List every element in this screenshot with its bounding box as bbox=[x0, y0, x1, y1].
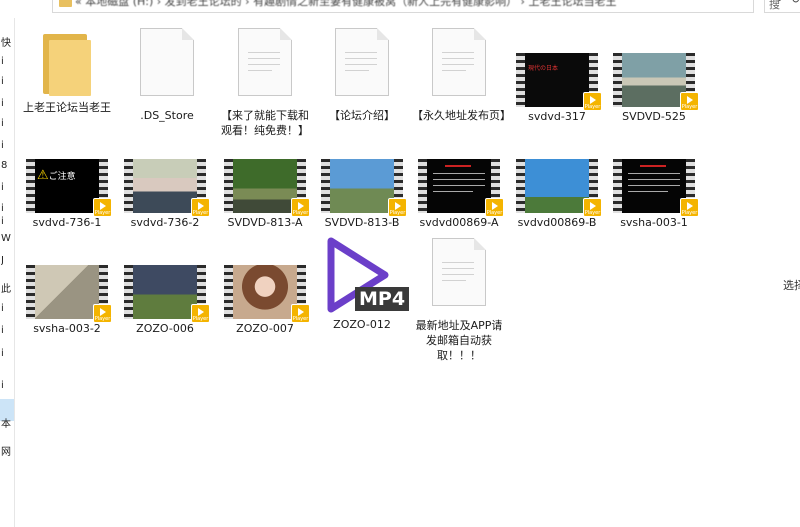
player-badge-icon: Player bbox=[680, 198, 699, 217]
video-thumbnail: Player bbox=[124, 159, 210, 217]
file-label: svdvd-317 bbox=[528, 110, 586, 123]
file-item-video[interactable]: 現代の日本 Player svdvd-317 bbox=[510, 53, 604, 124]
navigation-pane[interactable]: 快 i i i i i 8 i i i W J 此 i i i i 本 网 bbox=[0, 18, 15, 527]
nav-item[interactable]: i bbox=[1, 216, 13, 227]
video-thumbnail: Player bbox=[224, 265, 310, 323]
player-badge-icon: Player bbox=[291, 304, 310, 323]
player-badge-icon: Player bbox=[388, 198, 407, 217]
file-label: ZOZO-006 bbox=[136, 322, 194, 335]
details-pane-hint: 选择 bbox=[783, 279, 800, 292]
file-label: SVDVD-813-B bbox=[324, 216, 400, 229]
video-thumbnail: Player bbox=[224, 159, 310, 217]
video-thumbnail: Player bbox=[613, 159, 699, 217]
file-label: svdvd-736-2 bbox=[130, 216, 200, 229]
player-badge-icon: Player bbox=[93, 304, 112, 323]
video-thumbnail: Player bbox=[418, 159, 504, 217]
nav-item[interactable]: 本 bbox=[1, 415, 13, 430]
nav-item[interactable]: W bbox=[1, 233, 13, 244]
file-item-mp4[interactable]: MP4 ZOZO-012 bbox=[315, 233, 410, 332]
file-label: 【永久地址发布页】 bbox=[412, 109, 511, 122]
file-item-folder[interactable]: 上老王论坛当老王 bbox=[20, 30, 114, 115]
file-item-video[interactable]: Player SVDVD-813-A bbox=[218, 159, 312, 230]
video-thumbnail: ⚠ご注意 Player bbox=[26, 159, 112, 217]
address-bar[interactable]: « 本地磁盘 (H:) › 发到老王论坛的 › 有趣剧情之新至妻有健康被窝（新人… bbox=[52, 0, 800, 13]
file-item-video[interactable]: Player ZOZO-007 bbox=[218, 265, 312, 336]
file-item-video[interactable]: Player svdvd00869-A bbox=[412, 159, 506, 230]
mp4-badge: MP4 bbox=[355, 287, 410, 311]
file-label: 【来了就能下载和观看！纯免费！】 bbox=[221, 109, 309, 137]
warning-icon: ⚠ bbox=[37, 168, 49, 183]
document-icon bbox=[238, 28, 292, 96]
file-item-video[interactable]: Player svdvd00869-B bbox=[510, 159, 604, 230]
file-item-video[interactable]: Player ZOZO-006 bbox=[118, 265, 212, 336]
video-thumbnail: Player bbox=[26, 265, 112, 323]
nav-item[interactable]: i bbox=[1, 348, 13, 359]
document-icon bbox=[335, 28, 389, 96]
file-item-video[interactable]: Player SVDVD-813-B bbox=[315, 159, 409, 230]
thumb-caption: ご注意 bbox=[48, 172, 76, 182]
file-label: 上老王论坛当老王 bbox=[23, 101, 111, 114]
nav-item[interactable]: 网 bbox=[1, 443, 13, 458]
nav-item[interactable]: 快 bbox=[1, 34, 13, 49]
file-item-video[interactable]: Player svsha-003-2 bbox=[20, 265, 114, 336]
player-badge-icon: Player bbox=[680, 92, 699, 111]
file-item-video[interactable]: Player SVDVD-525 bbox=[607, 53, 701, 124]
nav-item[interactable]: 8 bbox=[1, 160, 13, 171]
file-label: ZOZO-007 bbox=[236, 322, 294, 335]
file-item[interactable]: .DS_Store bbox=[120, 28, 214, 123]
nav-item[interactable]: i bbox=[1, 56, 13, 67]
player-badge-icon: Player bbox=[485, 198, 504, 217]
file-label: ZOZO-012 bbox=[333, 318, 391, 331]
file-item[interactable]: 最新地址及APP请发邮箱自动获取！！！ bbox=[412, 238, 506, 363]
video-thumbnail: 現代の日本 Player bbox=[516, 53, 602, 111]
document-icon bbox=[140, 28, 194, 96]
search-input[interactable]: 搜 bbox=[764, 0, 800, 13]
file-label: svdvd-736-1 bbox=[32, 216, 102, 229]
thumb-caption: 現代の日本 bbox=[528, 65, 559, 72]
video-thumbnail: Player bbox=[613, 53, 699, 111]
player-badge-icon: Player bbox=[583, 92, 602, 111]
file-item[interactable]: 【永久地址发布页】 bbox=[412, 28, 511, 123]
file-label: 【论坛介绍】 bbox=[329, 109, 395, 122]
folder-icon bbox=[59, 0, 72, 7]
address-path[interactable]: « 本地磁盘 (H:) › 发到老王论坛的 › 有趣剧情之新至妻有健康被窝（新人… bbox=[75, 0, 675, 9]
file-label: SVDVD-525 bbox=[622, 110, 686, 123]
nav-item[interactable]: 此 bbox=[1, 280, 13, 295]
file-item-video[interactable]: ⚠ご注意 Player svdvd-736-1 bbox=[20, 159, 114, 230]
nav-item[interactable]: J bbox=[1, 255, 13, 266]
nav-item[interactable]: i bbox=[1, 380, 13, 391]
nav-item[interactable]: i bbox=[1, 203, 13, 214]
file-label: svdvd00869-B bbox=[517, 216, 597, 229]
nav-item[interactable]: i bbox=[1, 98, 13, 109]
file-item[interactable]: 【来了就能下载和观看！纯免费！】 bbox=[218, 28, 312, 138]
file-label: .DS_Store bbox=[140, 109, 194, 122]
file-label: 最新地址及APP请发邮箱自动获取！！！ bbox=[415, 319, 503, 362]
file-label: svsha-003-2 bbox=[33, 322, 101, 335]
video-thumbnail: Player bbox=[516, 159, 602, 217]
player-badge-icon: Player bbox=[93, 198, 112, 217]
nav-item[interactable]: i bbox=[1, 118, 13, 129]
player-badge-icon: Player bbox=[291, 198, 310, 217]
video-thumbnail: Player bbox=[321, 159, 407, 217]
file-label: svsha-003-1 bbox=[620, 216, 688, 229]
file-item[interactable]: 【论坛介绍】 bbox=[315, 28, 409, 123]
file-item-video[interactable]: Player svdvd-736-2 bbox=[118, 159, 212, 230]
nav-item[interactable]: i bbox=[1, 325, 13, 336]
nav-item[interactable]: i bbox=[1, 182, 13, 193]
video-thumbnail: Player bbox=[124, 265, 210, 323]
file-item-video[interactable]: Player svsha-003-1 bbox=[607, 159, 701, 230]
player-badge-icon: Player bbox=[583, 198, 602, 217]
player-badge-icon: Player bbox=[191, 304, 210, 323]
nav-item[interactable]: i bbox=[1, 140, 13, 151]
nav-item[interactable]: i bbox=[1, 76, 13, 87]
file-label: SVDVD-813-A bbox=[227, 216, 303, 229]
address-bar-area: « 本地磁盘 (H:) › 发到老王论坛的 › 有趣剧情之新至妻有健康被窝（新人… bbox=[0, 0, 800, 18]
nav-item[interactable]: i bbox=[1, 303, 13, 314]
file-label: svdvd00869-A bbox=[419, 216, 499, 229]
folder-icon bbox=[39, 30, 95, 96]
mp4-file-icon: MP4 bbox=[319, 233, 410, 315]
document-icon bbox=[432, 28, 486, 96]
player-badge-icon: Player bbox=[191, 198, 210, 217]
document-icon bbox=[432, 238, 486, 306]
